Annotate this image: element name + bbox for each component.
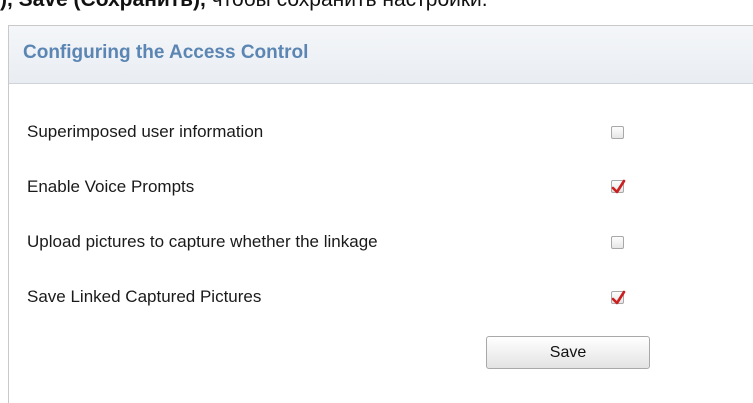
checkmark-icon — [611, 290, 626, 305]
checkbox-enable-voice-prompts[interactable] — [611, 179, 626, 194]
save-button[interactable]: Save — [486, 336, 650, 369]
panel-title: Configuring the Access Control — [23, 42, 309, 63]
option-label-upload-pictures-linkage: Upload pictures to capture whether the l… — [27, 232, 378, 251]
checkbox-superimposed-user-info[interactable] — [611, 126, 624, 139]
cropped-caption-normal: чтобы сохранить настройки. — [206, 0, 488, 11]
panel-header: Configuring the Access Control — [9, 26, 753, 84]
cropped-caption-text: ), Save (Сохранить), чтобы сохранить нас… — [0, 0, 488, 12]
checkbox-save-linked-pictures[interactable] — [611, 290, 626, 305]
checkmark-icon — [611, 179, 626, 194]
option-label-save-linked-pictures: Save Linked Captured Pictures — [27, 287, 262, 306]
option-label-superimposed-user-info: Superimposed user information — [27, 122, 264, 141]
cropped-caption-bold: ), Save (Сохранить), — [0, 0, 206, 11]
cropped-caption: ), Save (Сохранить), чтобы сохранить нас… — [0, 0, 753, 14]
checkbox-upload-pictures-linkage[interactable] — [611, 236, 624, 249]
option-label-enable-voice-prompts: Enable Voice Prompts — [27, 177, 195, 196]
access-control-panel: Configuring the Access Control Superimpo… — [8, 25, 753, 403]
